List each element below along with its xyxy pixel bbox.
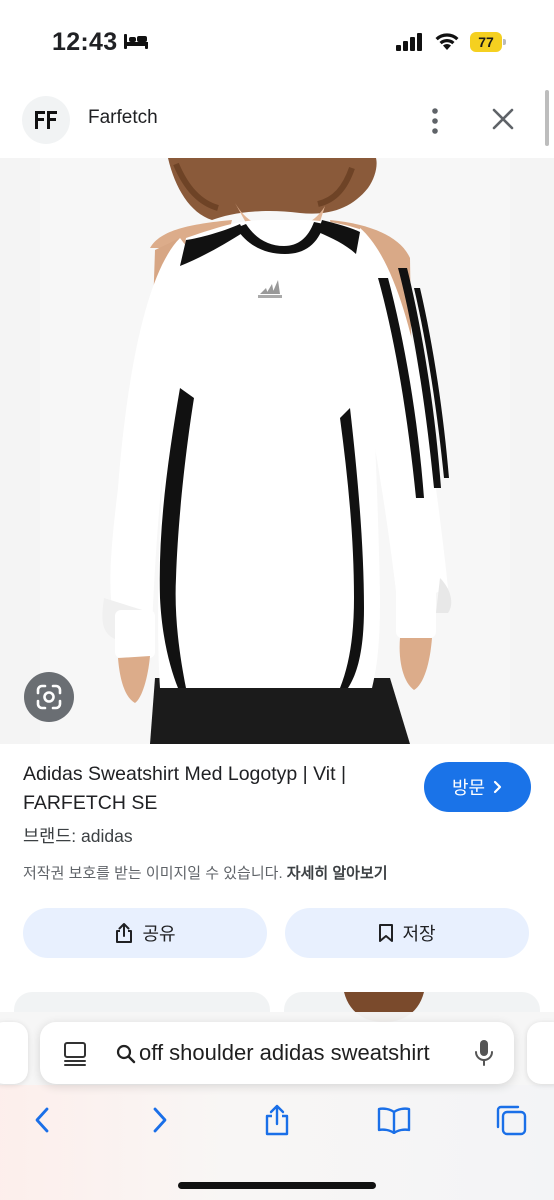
share-icon xyxy=(265,1104,289,1136)
brand-text: 브랜드: adidas xyxy=(23,826,133,846)
back-button[interactable] xyxy=(24,1102,60,1138)
google-lens-button[interactable] xyxy=(24,672,74,722)
image-source-header: Farfetch xyxy=(0,82,554,158)
product-title[interactable]: Adidas Sweatshirt Med Logotyp | Vit | FA… xyxy=(23,760,393,818)
tabs-icon xyxy=(496,1105,527,1136)
tabs-button[interactable] xyxy=(493,1102,529,1138)
chevron-left-icon xyxy=(35,1107,49,1133)
address-bar[interactable]: off shoulder adidas sweatshirt xyxy=(40,1022,514,1084)
microphone-icon[interactable] xyxy=(474,1039,494,1067)
status-time: 12:43 xyxy=(52,28,118,56)
share-icon xyxy=(116,923,133,943)
copyright-notice: 저작권 보호를 받는 이미지일 수 있습니다. 자세히 알아보기 xyxy=(23,862,388,883)
save-label: 저장 xyxy=(402,924,436,944)
search-icon xyxy=(116,1044,136,1064)
next-tab-peek[interactable] xyxy=(527,1022,554,1084)
sweatshirt-photo xyxy=(0,158,554,744)
battery-indicator: 77 xyxy=(470,32,506,52)
close-icon[interactable] xyxy=(490,106,516,132)
browser-share-button[interactable] xyxy=(259,1102,295,1138)
farfetch-logo[interactable] xyxy=(22,96,70,144)
wifi-icon xyxy=(435,33,459,50)
address-query[interactable]: off shoulder adidas sweatshirt xyxy=(139,1040,453,1066)
sleep-focus-icon xyxy=(124,34,148,49)
cellular-signal-icon xyxy=(396,33,422,51)
home-indicator[interactable] xyxy=(178,1182,376,1189)
more-options-icon[interactable] xyxy=(424,106,446,136)
visit-label: 방문 xyxy=(451,778,486,798)
forward-button[interactable] xyxy=(142,1102,178,1138)
google-lens-icon xyxy=(36,684,62,710)
previous-tab-peek[interactable] xyxy=(0,1022,28,1084)
farfetch-logo-icon xyxy=(35,111,57,129)
chevron-right-icon xyxy=(153,1107,167,1133)
source-name[interactable]: Farfetch xyxy=(88,107,158,129)
share-button[interactable]: 공유 xyxy=(23,908,267,958)
save-button[interactable]: 저장 xyxy=(285,908,529,958)
open-book-icon xyxy=(377,1107,411,1134)
bookmarks-button[interactable] xyxy=(376,1102,412,1138)
product-image[interactable] xyxy=(0,158,554,744)
copyright-text: 저작권 보호를 받는 이미지일 수 있습니다. xyxy=(23,865,283,882)
chevron-right-icon xyxy=(493,780,502,794)
visit-button[interactable]: 방문 xyxy=(424,762,531,812)
status-bar: 12:43 77 xyxy=(0,0,554,80)
learn-more-link[interactable]: 자세히 알아보기 xyxy=(287,865,388,882)
share-label: 공유 xyxy=(142,924,176,944)
bookmark-icon xyxy=(379,924,394,942)
page-menu-icon[interactable] xyxy=(62,1041,88,1067)
battery-level: 77 xyxy=(470,32,502,52)
page-scrollbar[interactable] xyxy=(545,90,549,146)
